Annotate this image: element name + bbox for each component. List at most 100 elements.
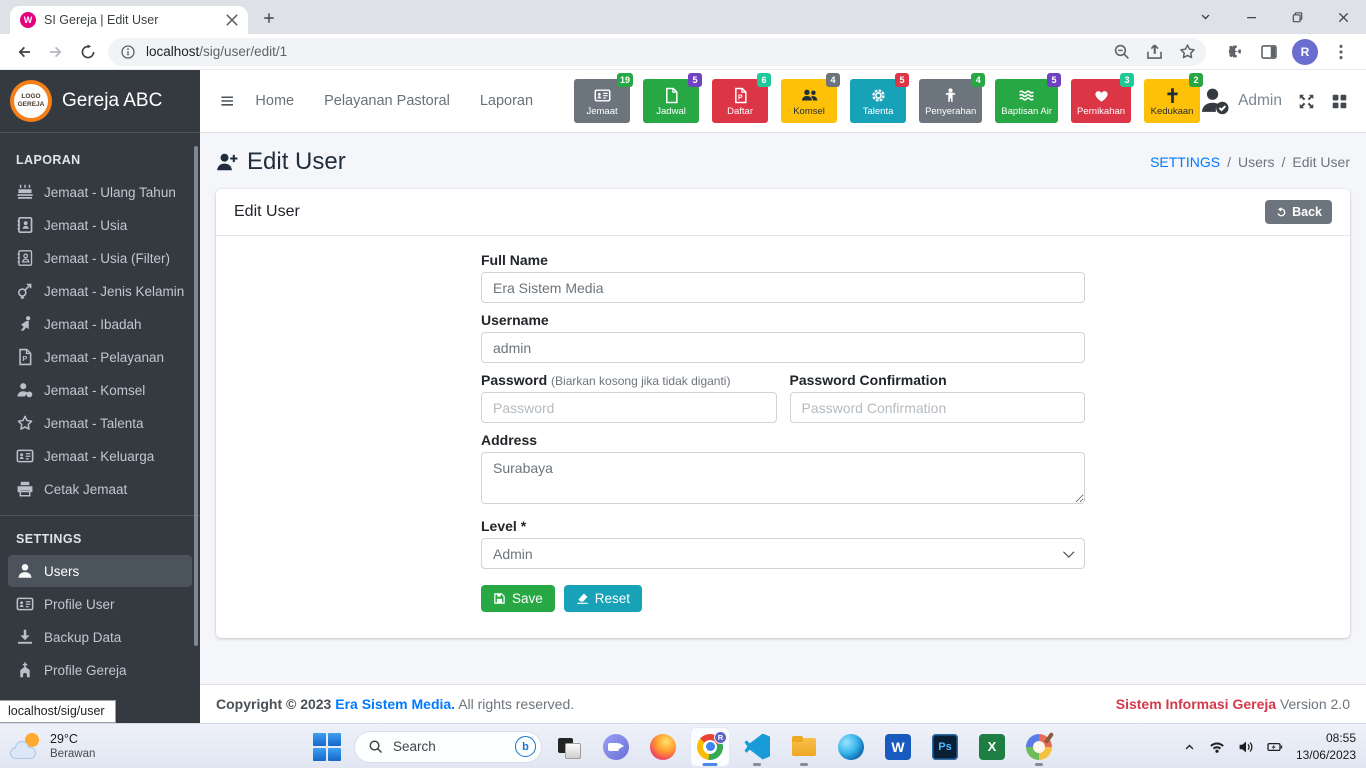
- site-info-icon[interactable]: [120, 44, 136, 60]
- tile-daftar[interactable]: 6 P Daftar: [712, 73, 772, 123]
- tile-komsel[interactable]: 4 Komsel: [781, 73, 841, 123]
- company-link[interactable]: Era Sistem Media.: [335, 696, 455, 712]
- taskbar-chrome-icon[interactable]: R: [690, 726, 730, 767]
- zoom-icon[interactable]: [1113, 43, 1130, 60]
- new-tab-button[interactable]: [256, 5, 282, 31]
- taskbar-edge-icon[interactable]: [831, 727, 871, 767]
- sidebar-item-jemaat-ibadah[interactable]: Jemaat - Ibadah: [8, 308, 192, 340]
- forward-nav-icon[interactable]: [43, 39, 69, 65]
- tile-jadwal[interactable]: 5 Jadwal: [643, 73, 703, 123]
- address-bar[interactable]: localhost/sig/user/edit/1: [108, 37, 1206, 66]
- restore-button[interactable]: [1274, 0, 1320, 34]
- sidebar-item-profile-user[interactable]: Profile User: [8, 588, 192, 620]
- taskbar-clock[interactable]: 08:55 13/06/2023: [1296, 730, 1356, 762]
- sidebar-item-profile-gereja[interactable]: Profile Gereja: [8, 654, 192, 686]
- admin-avatar-icon: [1200, 86, 1230, 116]
- sidebar-scrollbar[interactable]: [194, 146, 198, 646]
- running-indicator: [800, 762, 808, 766]
- browser-tab[interactable]: W SI Gereja | Edit User: [10, 6, 248, 34]
- bookmark-star-icon[interactable]: [1179, 43, 1196, 60]
- tab-close-icon[interactable]: [224, 12, 240, 28]
- star-o-icon: [16, 414, 34, 432]
- user-menu[interactable]: Admin: [1200, 86, 1282, 116]
- browser-profile-avatar[interactable]: R: [1292, 38, 1318, 65]
- sidebar-item-users[interactable]: Users: [8, 555, 192, 587]
- sidebar-item-cetak-jemaat[interactable]: Cetak Jemaat: [8, 473, 192, 505]
- taskbar-weather-widget[interactable]: 29°C Berawan: [10, 724, 95, 768]
- taskbar-search[interactable]: Search b: [354, 730, 542, 763]
- reset-button[interactable]: Reset: [563, 585, 643, 612]
- cross-icon: [1164, 87, 1181, 104]
- tile-kedukaan[interactable]: 2 Kedukaan: [1144, 73, 1204, 123]
- taskbar-chat-icon[interactable]: [596, 727, 636, 767]
- app-footer: Copyright © 2023 Era Sistem Media. All r…: [200, 684, 1366, 723]
- tile-baptisan-air[interactable]: 5 Baptisan Air: [995, 73, 1061, 123]
- birthday-cake-icon: [16, 183, 34, 201]
- sidebar-item-label: Jemaat - Ulang Tahun: [44, 184, 176, 200]
- password-confirmation-field[interactable]: [789, 392, 1085, 423]
- tile-pernikahan[interactable]: 3 Pernikahan: [1071, 73, 1135, 123]
- heart-icon: [1093, 87, 1110, 104]
- start-button[interactable]: [307, 727, 347, 767]
- sidebar-item-label: Users: [44, 563, 80, 579]
- sidebar-item-jemaat-usia[interactable]: Jemaat - Usia: [8, 209, 192, 241]
- sidebar-item-backup-data[interactable]: Backup Data: [8, 621, 192, 653]
- browser-menu-icon[interactable]: [1332, 43, 1350, 61]
- tray-time: 08:55: [1325, 731, 1356, 746]
- tile-penyerahan[interactable]: 4 Penyerahan: [919, 73, 986, 123]
- breadcrumb-settings[interactable]: SETTINGS: [1150, 154, 1220, 170]
- save-button[interactable]: Save: [481, 585, 555, 612]
- full-name-field[interactable]: [481, 272, 1085, 303]
- extensions-icon[interactable]: [1226, 43, 1244, 61]
- taskbar-task-view-icon[interactable]: [549, 727, 589, 767]
- nav-link-home[interactable]: Home: [240, 93, 309, 109]
- taskbar-paint-icon[interactable]: [1019, 727, 1059, 767]
- nav-link-pelayanan-pastoral[interactable]: Pelayanan Pastoral: [309, 93, 465, 109]
- username-field[interactable]: [481, 332, 1085, 363]
- back-button[interactable]: Back: [1265, 200, 1332, 224]
- taskbar-file-explorer-icon[interactable]: [784, 727, 824, 767]
- nav-link-laporan[interactable]: Laporan: [465, 93, 548, 109]
- minimize-button[interactable]: [1228, 0, 1274, 34]
- tile-jemaat[interactable]: 19 Jemaat: [574, 73, 634, 123]
- taskbar-word-icon[interactable]: [878, 727, 918, 767]
- fullscreen-icon[interactable]: [1298, 93, 1315, 110]
- close-button[interactable]: [1320, 0, 1366, 34]
- back-nav-icon[interactable]: [11, 39, 37, 65]
- battery-icon[interactable]: [1267, 739, 1283, 755]
- sidebar-item-jemaat-ulang-tahun[interactable]: Jemaat - Ulang Tahun: [8, 176, 192, 208]
- breadcrumb-users[interactable]: Users: [1238, 154, 1275, 170]
- address-field[interactable]: Surabaya: [481, 452, 1085, 504]
- breadcrumb-current: Edit User: [1292, 154, 1350, 170]
- taskbar-firefox-icon[interactable]: [643, 727, 683, 767]
- sidebar-item-jemaat-usia-filter[interactable]: Jemaat - Usia (Filter): [8, 242, 192, 274]
- photoshop-app-icon: [932, 733, 958, 760]
- tray-chevron-icon[interactable]: [1183, 740, 1196, 753]
- sidebar-brand[interactable]: LOGO GEREJA Gereja ABC: [0, 70, 200, 133]
- volume-icon[interactable]: [1238, 739, 1254, 755]
- tile-badge: 2: [1189, 73, 1204, 87]
- sidebar-item-jemaat-keluarga[interactable]: Jemaat - Keluarga: [8, 440, 192, 472]
- apps-grid-icon[interactable]: [1331, 93, 1348, 110]
- windows-logo-icon: [312, 732, 342, 762]
- eraser-icon: [576, 592, 589, 605]
- side-panel-icon[interactable]: [1260, 43, 1278, 61]
- sidebar-item-jemaat-pelayanan[interactable]: P Jemaat - Pelayanan: [8, 341, 192, 373]
- wifi-icon[interactable]: [1209, 739, 1225, 755]
- sidebar-item-jemaat-jenis-kelamin[interactable]: Jemaat - Jenis Kelamin: [8, 275, 192, 307]
- taskbar-vscode-icon[interactable]: [737, 727, 777, 767]
- tile-talenta[interactable]: 5 Talenta: [850, 73, 910, 123]
- level-select[interactable]: Admin: [481, 538, 1085, 569]
- sidebar-item-jemaat-komsel[interactable]: Jemaat - Komsel: [8, 374, 192, 406]
- tab-search-button[interactable]: [1182, 0, 1228, 34]
- share-icon[interactable]: [1146, 43, 1163, 60]
- chrome-profile-badge: R: [714, 730, 727, 744]
- reload-icon[interactable]: [75, 39, 101, 65]
- taskbar-excel-icon[interactable]: [972, 727, 1012, 767]
- hamburger-icon[interactable]: [220, 92, 234, 110]
- sidebar-item-jemaat-talenta[interactable]: Jemaat - Talenta: [8, 407, 192, 439]
- top-links: Home Pelayanan Pastoral Laporan: [240, 93, 548, 109]
- taskbar-photoshop-icon[interactable]: [925, 727, 965, 767]
- tile-badge: 5: [1047, 73, 1061, 87]
- password-field[interactable]: [481, 392, 777, 423]
